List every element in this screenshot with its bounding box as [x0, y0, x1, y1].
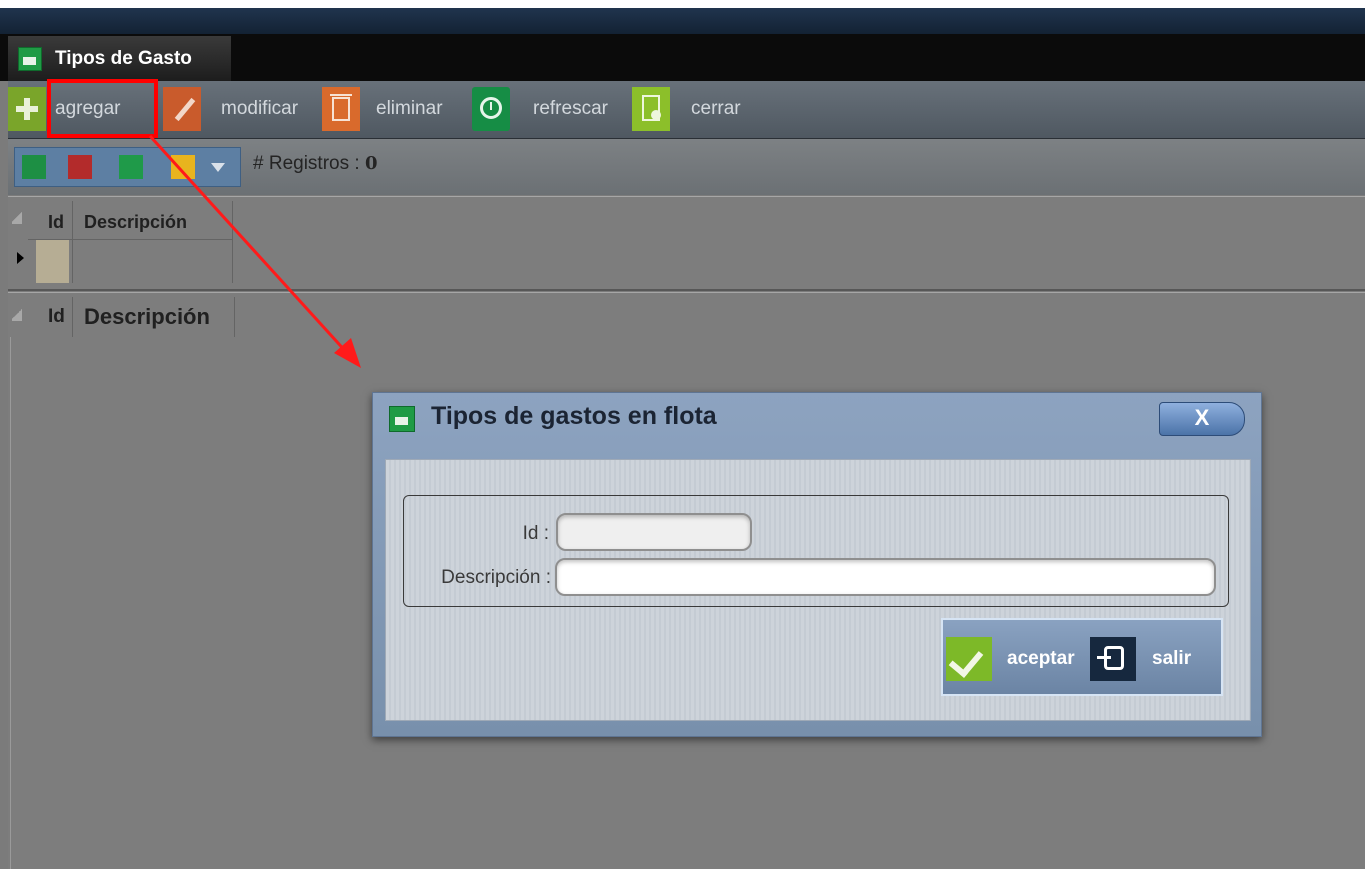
tab-bar: Tipos de Gasto	[0, 34, 1365, 81]
secondary-toolbar	[8, 139, 1365, 195]
refresh-label: refrescar	[533, 98, 608, 119]
trash-icon	[322, 87, 360, 131]
records-count: # Registros : 0	[253, 153, 377, 175]
close-button[interactable]: cerrar	[632, 87, 741, 131]
description-field[interactable]	[555, 558, 1216, 596]
move-icon[interactable]	[119, 155, 143, 179]
exit-button[interactable]: salir	[1152, 648, 1191, 670]
modify-button[interactable]: modificar	[163, 87, 298, 131]
lightbulb-icon[interactable]	[171, 155, 195, 179]
records-label: # Registros :	[253, 153, 360, 174]
grid-tools-group	[14, 147, 241, 187]
col-header-id[interactable]: Id	[48, 212, 64, 233]
delete-label: eliminar	[376, 98, 443, 119]
refresh-button[interactable]: refrescar	[472, 87, 608, 131]
id-label: Id :	[522, 523, 549, 544]
grid-corner-icon	[12, 210, 22, 224]
app-title-bar	[0, 8, 1365, 34]
col-header-id[interactable]: Id	[48, 306, 65, 328]
grid-left-border	[10, 337, 11, 869]
grid-corner-icon	[12, 307, 22, 321]
modify-label: modificar	[221, 98, 299, 119]
column-divider	[72, 201, 73, 283]
close-label: cerrar	[691, 98, 741, 119]
dialog-close-button[interactable]: X	[1159, 402, 1245, 436]
id-field[interactable]	[556, 513, 752, 551]
master-grid: Id Descripción	[8, 196, 1365, 291]
tab-label: Tipos de Gasto	[55, 47, 192, 69]
expense-type-dialog: Tipos de gastos en flota X Id : Descripc…	[372, 392, 1262, 737]
selected-cell[interactable]	[36, 240, 69, 283]
magnet-icon[interactable]	[68, 155, 92, 179]
dropdown-arrow-icon[interactable]	[211, 163, 225, 172]
plus-icon	[8, 87, 46, 131]
cash-register-icon	[18, 46, 42, 71]
screen-top-edge	[0, 0, 1365, 8]
cash-register-icon	[389, 406, 415, 432]
column-divider	[234, 297, 235, 337]
dialog-body: Id : Descripción : aceptar salir	[385, 459, 1251, 721]
current-row-indicator-icon	[17, 252, 24, 264]
col-header-description[interactable]: Descripción	[84, 304, 210, 330]
column-divider	[232, 201, 233, 283]
dialog-button-bar: aceptar salir	[941, 618, 1223, 696]
form-group: Id : Descripción :	[403, 495, 1229, 607]
col-header-description[interactable]: Descripción	[84, 212, 187, 233]
exit-icon[interactable]	[1090, 637, 1136, 681]
annotation-highlight-box	[47, 79, 158, 138]
export-icon[interactable]	[22, 155, 46, 179]
close-document-icon	[632, 87, 670, 131]
description-label: Descripción :	[441, 567, 551, 588]
column-divider	[72, 297, 73, 337]
dialog-title: Tipos de gastos en flota	[431, 402, 717, 430]
checkmark-icon[interactable]	[946, 637, 992, 681]
accept-button[interactable]: aceptar	[1007, 648, 1075, 670]
main-toolbar: agregar modificar eliminar refrescar cer…	[8, 81, 1365, 139]
tab-tipos-de-gasto[interactable]: Tipos de Gasto	[8, 36, 231, 81]
delete-button[interactable]: eliminar	[322, 87, 443, 131]
records-value: 0	[364, 153, 378, 174]
pencil-icon	[163, 87, 201, 131]
refresh-icon	[472, 87, 510, 131]
